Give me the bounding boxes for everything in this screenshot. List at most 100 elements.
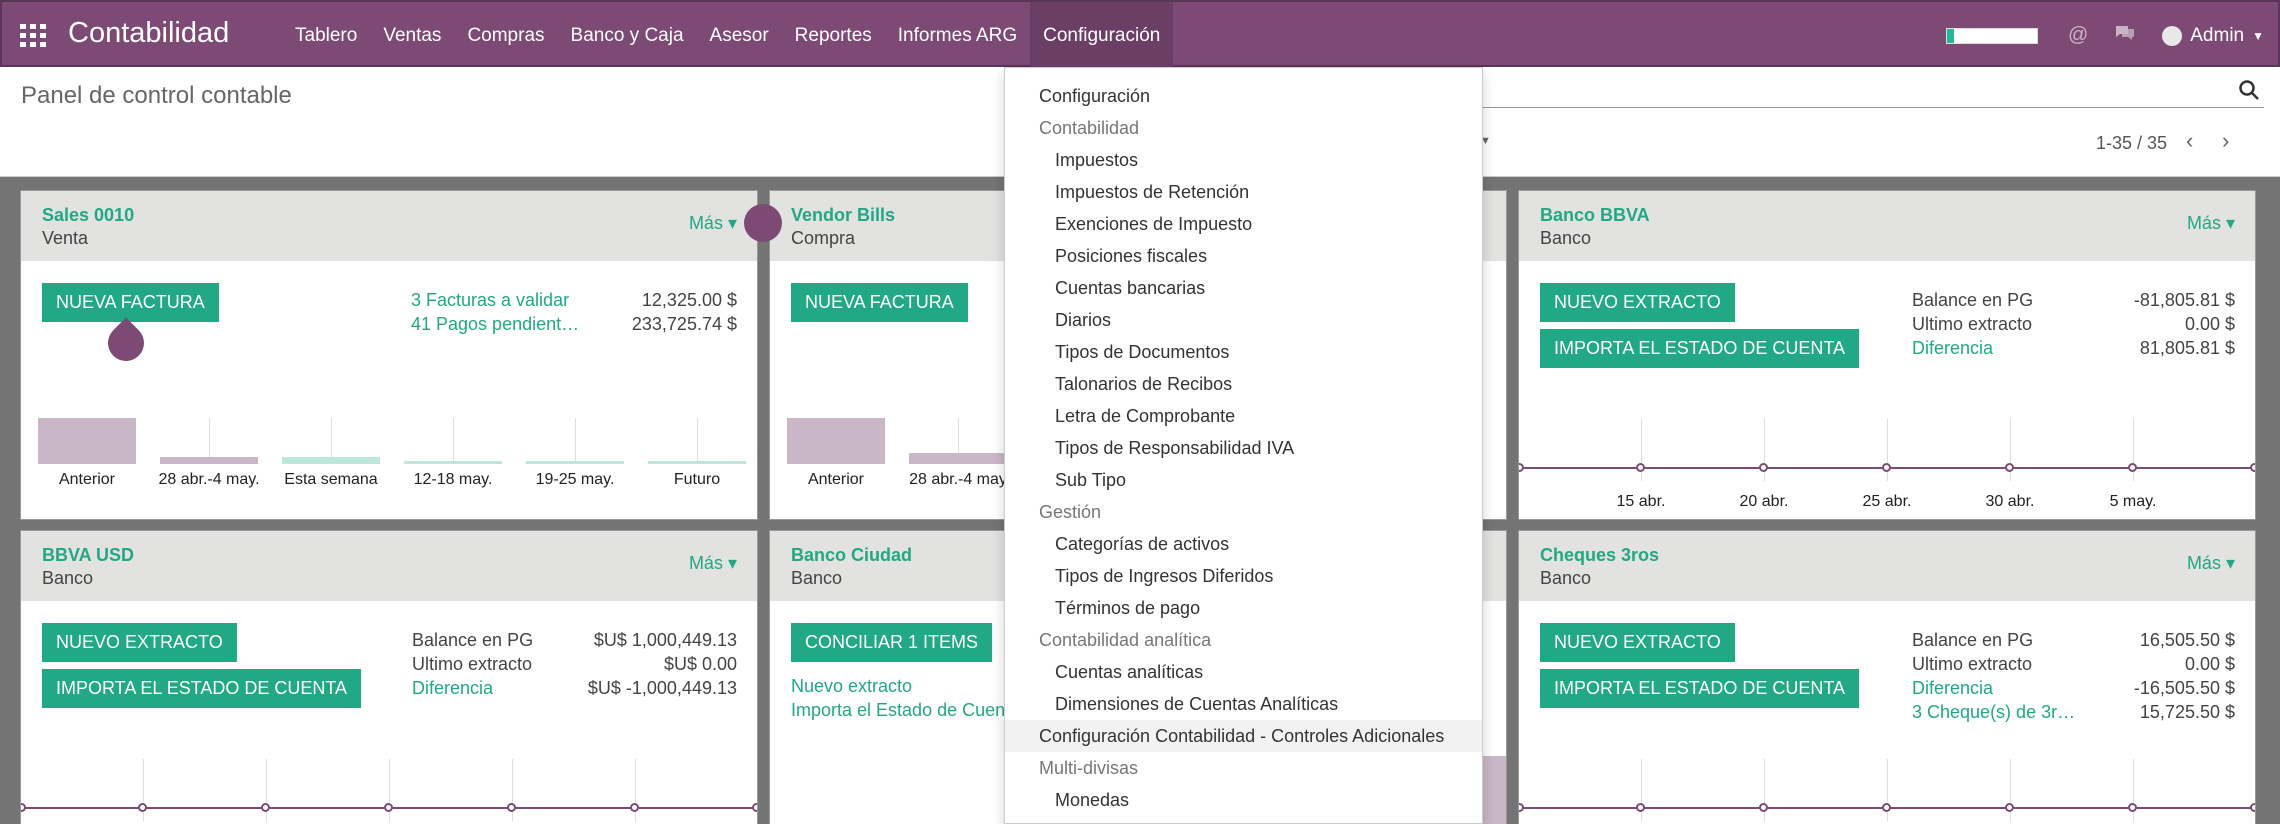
- chat-icon[interactable]: [2114, 24, 2136, 48]
- chart-point[interactable]: [2250, 463, 2255, 472]
- menu-item-asesor[interactable]: Asesor: [697, 2, 782, 69]
- menu-item-reportes[interactable]: Reportes: [782, 2, 885, 69]
- user-name: Admin: [2190, 24, 2245, 46]
- new-statement-button[interactable]: NUEVO EXTRACTO: [1540, 623, 1735, 662]
- stat-label-cheques[interactable]: 3 Cheque(s) de 3r…: [1912, 702, 2075, 723]
- chevron-right-icon[interactable]: ›: [2222, 128, 2229, 154]
- pager-value: 1-35 / 35: [2096, 133, 2168, 153]
- stat-label-diferencia[interactable]: Diferencia: [1912, 338, 1993, 359]
- card-title[interactable]: BBVA USD: [42, 545, 134, 566]
- search-icon[interactable]: [2238, 79, 2260, 107]
- dropdown-menu-item[interactable]: Términos de pago: [1005, 592, 1482, 624]
- dropdown-menu-item[interactable]: Cuentas analíticas: [1005, 656, 1482, 688]
- card-title[interactable]: Cheques 3ros: [1540, 545, 1659, 566]
- chart-bar[interactable]: [787, 418, 885, 464]
- chart-point[interactable]: [261, 803, 270, 812]
- chart-point[interactable]: [2128, 803, 2137, 812]
- dropdown-menu-item[interactable]: Tipos de Documentos: [1005, 336, 1482, 368]
- new-statement-link[interactable]: Nuevo extracto: [791, 676, 912, 697]
- chart-point[interactable]: [630, 803, 639, 812]
- dropdown-menu-item[interactable]: Tipos de Responsabilidad IVA: [1005, 432, 1482, 464]
- chart-point[interactable]: [1882, 463, 1891, 472]
- card-subtitle: Compra: [791, 228, 856, 248]
- chart-point[interactable]: [752, 803, 757, 812]
- dropdown-menu-item[interactable]: Letra de Comprobante: [1005, 400, 1482, 432]
- menu-item-compras[interactable]: Compras: [454, 2, 557, 69]
- new-invoice-button[interactable]: NUEVA FACTURA: [42, 283, 219, 322]
- user-menu[interactable]: Admin ▼: [2162, 25, 2264, 47]
- dropdown-menu-item[interactable]: Posiciones fiscales: [1005, 240, 1482, 272]
- dropdown-menu-item[interactable]: Impuestos de Retención: [1005, 176, 1482, 208]
- more-dropdown[interactable]: Más ▾: [689, 553, 737, 574]
- chart-point[interactable]: [21, 803, 26, 812]
- at-icon[interactable]: @: [2068, 24, 2088, 47]
- stat-label-to-validate[interactable]: 3 Facturas a validar: [411, 290, 569, 311]
- new-invoice-button[interactable]: NUEVA FACTURA: [791, 283, 968, 322]
- dropdown-menu-item[interactable]: Cuentas bancarias: [1005, 272, 1482, 304]
- stat-label-pending[interactable]: 41 Pagos pendient…: [411, 314, 579, 335]
- stat-value: -81,805.81 $: [2133, 290, 2235, 310]
- dropdown-menu-item[interactable]: Diarios: [1005, 304, 1482, 336]
- more-dropdown[interactable]: Más ▾: [2187, 213, 2235, 234]
- menu-item-informes-arg[interactable]: Informes ARG: [885, 2, 1030, 69]
- chart-point[interactable]: [2250, 803, 2255, 812]
- dropdown-menu-item[interactable]: Talonarios de Recibos: [1005, 368, 1482, 400]
- dropdown-menu-item[interactable]: Impuestos: [1005, 144, 1482, 176]
- dropdown-menu-item[interactable]: Monedas: [1005, 784, 1482, 816]
- chart-point[interactable]: [1759, 463, 1768, 472]
- new-statement-button[interactable]: NUEVO EXTRACTO: [1540, 283, 1735, 322]
- chart-bar[interactable]: [160, 457, 258, 464]
- app-brand[interactable]: Contabilidad: [68, 17, 229, 50]
- chart-bar[interactable]: [526, 461, 624, 464]
- chart-point[interactable]: [1759, 803, 1768, 812]
- menu-item-ventas[interactable]: Ventas: [370, 2, 454, 69]
- chart-point[interactable]: [1882, 803, 1891, 812]
- import-statement-button[interactable]: IMPORTA EL ESTADO DE CUENTA: [1540, 669, 1860, 708]
- card-title[interactable]: Banco BBVA: [1540, 205, 1650, 226]
- more-dropdown[interactable]: Más ▾: [2187, 553, 2235, 574]
- chart-bar[interactable]: [1480, 756, 1506, 824]
- import-statement-button[interactable]: IMPORTA EL ESTADO DE CUENTA: [1540, 329, 1860, 368]
- dropdown-menu-item[interactable]: Sub Tipo: [1005, 464, 1482, 496]
- chart-bar[interactable]: [282, 457, 380, 464]
- stat-label-diferencia[interactable]: Diferencia: [412, 678, 493, 699]
- more-dropdown[interactable]: Más ▾: [689, 213, 737, 234]
- chart-point[interactable]: [1519, 463, 1524, 472]
- chart-point[interactable]: [1636, 803, 1645, 812]
- chart-bar[interactable]: [38, 418, 136, 464]
- import-statement-button[interactable]: IMPORTA EL ESTADO DE CUENTA: [42, 669, 362, 708]
- chart-tick: 25 abr.: [1862, 493, 1912, 510]
- dropdown-menu-item[interactable]: Dimensiones de Cuentas Analíticas: [1005, 688, 1482, 720]
- card-title[interactable]: Vendor Bills: [791, 205, 895, 226]
- chart-point[interactable]: [2128, 463, 2137, 472]
- chart-bar[interactable]: [648, 461, 746, 464]
- chevron-left-icon[interactable]: ‹: [2186, 128, 2193, 154]
- menu-item-banco-caja[interactable]: Banco y Caja: [558, 2, 697, 69]
- card-title[interactable]: Sales 0010: [42, 205, 134, 226]
- menu-item-tablero[interactable]: Tablero: [282, 2, 370, 69]
- menu-item-configuracion[interactable]: Configuración: [1030, 2, 1174, 69]
- stat-value: 0.00 $: [2184, 654, 2235, 674]
- chart-point[interactable]: [1636, 463, 1645, 472]
- new-statement-button[interactable]: NUEVO EXTRACTO: [42, 623, 237, 662]
- dropdown-menu-item[interactable]: Configuración Contabilidad - Controles A…: [1005, 720, 1482, 752]
- chart-point[interactable]: [1519, 803, 1524, 812]
- dropdown-menu-item[interactable]: Tipos de Ingresos Diferidos: [1005, 560, 1482, 592]
- dropdown-menu-item[interactable]: Categorías de activos: [1005, 528, 1482, 560]
- chart-point[interactable]: [384, 803, 393, 812]
- chart-point[interactable]: [2005, 463, 2014, 472]
- chart-bar[interactable]: [909, 453, 1007, 464]
- chart-bar[interactable]: [404, 461, 502, 464]
- chart-point[interactable]: [507, 803, 516, 812]
- dropdown-menu-item[interactable]: Exenciones de Impuesto: [1005, 208, 1482, 240]
- chart-point[interactable]: [2005, 803, 2014, 812]
- import-statement-link[interactable]: Importa el Estado de Cuen: [791, 700, 1005, 721]
- apps-grid-icon[interactable]: [20, 24, 46, 47]
- dropdown-menu-item[interactable]: Configuración: [1005, 80, 1482, 112]
- chart-tick: 20 abr.: [1739, 493, 1789, 510]
- stat-label-diferencia[interactable]: Diferencia: [1912, 678, 1993, 699]
- card-title[interactable]: Banco Ciudad: [791, 545, 912, 566]
- chart-point[interactable]: [138, 803, 147, 812]
- card-subtitle: Banco: [791, 568, 843, 588]
- reconcile-items-button[interactable]: CONCILIAR 1 ITEMS: [791, 623, 993, 662]
